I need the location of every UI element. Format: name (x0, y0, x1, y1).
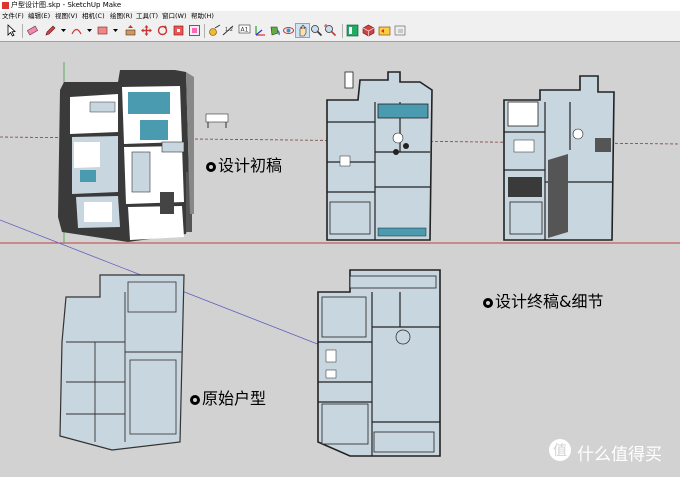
main-toolbar: 1.2 A1 (0, 21, 680, 42)
axes-icon[interactable] (254, 24, 267, 37)
model-viewport[interactable]: 设计初稿 设计终稿&细节 原始户型 (0, 42, 680, 477)
select-icon[interactable] (5, 24, 18, 37)
menu-camera[interactable]: 相机(C) (82, 11, 105, 21)
watermark-logo-icon: 值 (549, 439, 571, 461)
warehouse-icon[interactable] (346, 24, 359, 37)
text-icon[interactable]: A1 (238, 24, 251, 37)
bullet-icon (190, 395, 200, 405)
menu-window[interactable]: 窗口(W) (162, 11, 187, 21)
arc-dropdown-icon[interactable] (83, 24, 96, 37)
pan-icon[interactable] (295, 23, 310, 38)
bullet-icon (206, 162, 216, 172)
model-first-draft (58, 70, 229, 242)
svg-text:1.2: 1.2 (225, 27, 233, 33)
model-scene (0, 62, 680, 457)
offset-icon[interactable] (188, 24, 201, 37)
plan-original (59, 274, 185, 451)
pencil-dropdown-icon[interactable] (57, 24, 70, 37)
model-right-draft (503, 75, 615, 241)
dimension-icon[interactable]: 1.2 (222, 24, 235, 37)
window-title: 户型设计图.skp - SketchUp Make (11, 1, 122, 9)
label-original: 原始户型 (190, 385, 266, 409)
menu-draw[interactable]: 绘图(R) (110, 11, 133, 21)
bullet-icon (483, 298, 493, 308)
extension-icon[interactable] (394, 24, 407, 37)
push-pull-icon[interactable] (124, 24, 137, 37)
sketchup-app-icon (2, 2, 9, 9)
svg-text:A1: A1 (241, 27, 249, 34)
menu-bar: 文件(F) 编辑(E) 视图(V) 相机(C) 绘图(R) 工具(T) 窗口(W… (0, 11, 680, 21)
arc-icon[interactable] (70, 24, 83, 37)
menu-help[interactable]: 帮助(H) (191, 11, 214, 21)
title-bar: 户型设计图.skp - SketchUp Make (0, 0, 680, 11)
share-icon[interactable] (378, 24, 391, 37)
zoom-extents-icon[interactable] (324, 24, 337, 37)
shape-dropdown-icon[interactable] (109, 24, 122, 37)
tape-icon[interactable] (208, 24, 221, 37)
zoom-icon[interactable] (310, 24, 323, 37)
menu-view[interactable]: 视图(V) (55, 11, 78, 21)
orbit-icon[interactable] (282, 24, 295, 37)
svg-text:值: 值 (553, 443, 567, 459)
plan-first-draft (326, 71, 433, 241)
scale-icon[interactable] (172, 24, 185, 37)
eraser-icon[interactable] (26, 24, 39, 37)
label-final-draft: 设计终稿&细节 (483, 288, 603, 312)
paint-icon[interactable] (268, 24, 281, 37)
shape-icon[interactable] (96, 24, 109, 37)
label-first-draft: 设计初稿 (206, 152, 282, 176)
site-watermark: 值 什么值得买 (548, 438, 673, 465)
move-icon[interactable] (140, 24, 153, 37)
menu-tools[interactable]: 工具(T) (136, 11, 158, 21)
rotate-icon[interactable] (156, 24, 169, 37)
plan-final (317, 269, 441, 457)
components-icon[interactable] (362, 24, 375, 37)
menu-edit[interactable]: 编辑(E) (28, 11, 50, 21)
pencil-icon[interactable] (44, 24, 57, 37)
watermark-text: 什么值得买 (577, 445, 662, 465)
menu-file[interactable]: 文件(F) (2, 11, 24, 21)
